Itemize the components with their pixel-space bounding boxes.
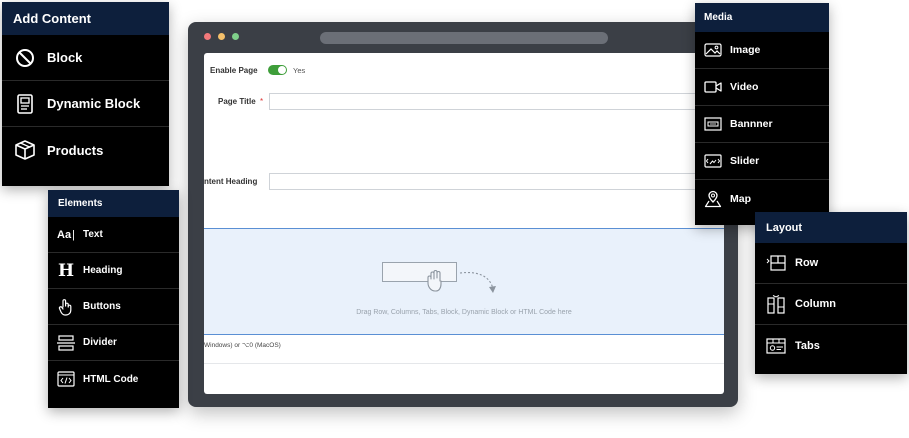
content-heading-row: ntent Heading — [204, 173, 724, 190]
media-label-slider: Slider — [730, 155, 760, 167]
add-content-item-products[interactable]: Products — [2, 127, 169, 173]
window-controls — [204, 33, 239, 40]
elements-item-buttons[interactable]: Buttons — [48, 289, 179, 325]
elements-label-buttons: Buttons — [83, 301, 121, 312]
page-title-row: Page Title * — [204, 93, 724, 110]
heading-icon: H — [57, 260, 75, 281]
layout-label-tabs: Tabs — [795, 339, 820, 352]
row-icon — [766, 254, 786, 272]
dynamic-block-icon — [14, 93, 36, 114]
content-heading-label: ntent Heading — [204, 177, 258, 186]
layout-label-column: Column — [795, 298, 836, 310]
elements-item-html-code[interactable]: HTML Code — [48, 361, 179, 397]
media-item-banner[interactable]: Bannner — [695, 106, 829, 143]
address-bar[interactable] — [320, 32, 608, 44]
enable-page-row: Enable Page Yes — [210, 65, 305, 75]
maximize-dot[interactable] — [232, 33, 239, 40]
content-heading-input[interactable] — [269, 173, 724, 190]
drag-arrow-icon — [458, 267, 500, 297]
add-content-label-products: Products — [47, 142, 104, 158]
slider-icon — [704, 153, 722, 169]
drop-zone[interactable]: Drag Row, Columns, Tabs, Block, Dynamic … — [204, 228, 724, 335]
image-icon — [704, 42, 722, 58]
layout-title: Layout — [755, 212, 907, 243]
media-label-video: Video — [730, 81, 759, 93]
elements-item-text[interactable]: Aa | Text — [48, 217, 179, 253]
divider-line — [204, 363, 724, 364]
media-item-slider[interactable]: Slider — [695, 143, 829, 180]
elements-title: Elements — [48, 190, 179, 217]
grab-hand-icon — [425, 269, 445, 293]
html-code-icon — [57, 371, 75, 387]
elements-item-divider[interactable]: Divider — [48, 325, 179, 361]
elements-label-text: Text — [83, 229, 103, 240]
media-title: Media — [695, 3, 829, 32]
add-content-item-dynamic-block[interactable]: Dynamic Block — [2, 81, 169, 127]
page-title-input[interactable] — [269, 93, 724, 110]
divider-icon — [57, 334, 75, 351]
media-label-map: Map — [730, 192, 751, 205]
layout-item-row[interactable]: Row — [755, 243, 907, 284]
media-label-banner: Bannner — [730, 118, 773, 130]
video-icon — [704, 80, 722, 94]
drop-zone-text: Drag Row, Columns, Tabs, Block, Dynamic … — [356, 309, 572, 316]
elements-label-html-code: HTML Code — [83, 373, 139, 385]
media-panel: Media Image Video Bannner Slider Map — [695, 3, 829, 225]
column-icon — [766, 294, 786, 314]
banner-icon — [704, 117, 722, 131]
media-item-video[interactable]: Video — [695, 69, 829, 106]
buttons-icon — [57, 298, 75, 316]
page-title-label: Page Title — [218, 97, 256, 106]
enable-page-value: Yes — [293, 65, 306, 75]
elements-label-heading: Heading — [83, 265, 123, 276]
page-builder-form: Enable Page Yes Page Title * ntent Headi… — [204, 53, 724, 394]
layout-item-column[interactable]: Column — [755, 284, 907, 325]
add-content-label-block: Block — [47, 50, 83, 65]
required-mark: * — [260, 97, 264, 106]
block-icon — [14, 48, 36, 68]
tabs-icon — [766, 337, 786, 355]
browser-window: Enable Page Yes Page Title * ntent Headi… — [188, 22, 738, 407]
drag-placeholder-box — [382, 262, 457, 282]
enable-page-toggle[interactable] — [268, 65, 287, 75]
close-dot[interactable] — [204, 33, 211, 40]
add-content-label-dynamic-block: Dynamic Block — [47, 96, 141, 111]
elements-panel: Elements Aa | Text H Heading Buttons Divi… — [48, 190, 179, 408]
media-item-image[interactable]: Image — [695, 32, 829, 69]
add-content-panel: Add Content Block Dynamic Block Products — [2, 2, 169, 186]
shortcut-hint: Windows) or ⌥0 (MacOS) — [204, 342, 281, 349]
add-content-title: Add Content — [2, 2, 169, 35]
layout-panel: Layout Row Column Tabs — [755, 212, 907, 374]
products-icon — [14, 139, 36, 161]
map-icon — [704, 190, 722, 208]
add-content-item-block[interactable]: Block — [2, 35, 169, 81]
layout-item-tabs[interactable]: Tabs — [755, 325, 907, 366]
layout-label-row: Row — [795, 257, 819, 269]
minimize-dot[interactable] — [218, 33, 225, 40]
media-label-image: Image — [730, 44, 761, 56]
text-icon: Aa | — [57, 228, 75, 241]
elements-item-heading[interactable]: H Heading — [48, 253, 179, 289]
elements-label-divider: Divider — [83, 337, 117, 348]
enable-page-label: Enable Page — [210, 65, 258, 75]
